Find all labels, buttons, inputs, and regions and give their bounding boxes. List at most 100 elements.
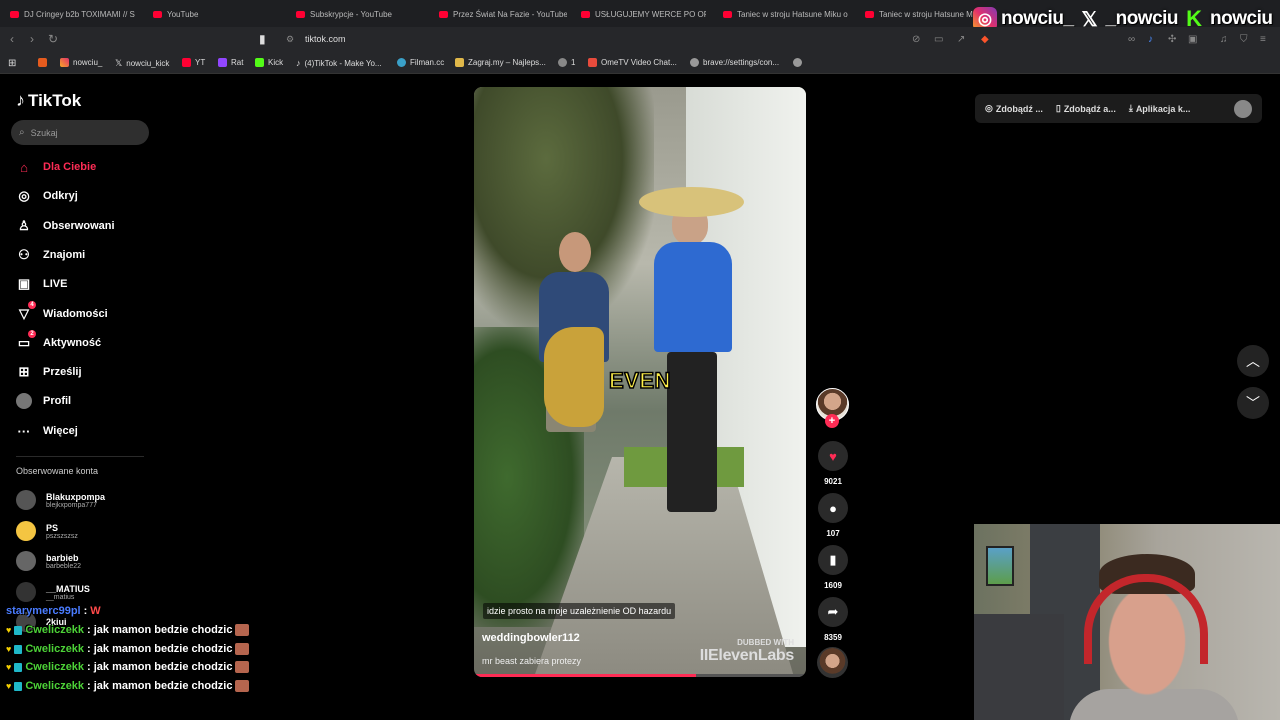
globe-icon bbox=[690, 58, 699, 67]
follow-plus-icon[interactable]: + bbox=[825, 414, 839, 428]
user-avatar[interactable] bbox=[1234, 99, 1252, 118]
heart-icon: ♥ bbox=[818, 441, 848, 471]
brave-shield-icon[interactable]: ◆ bbox=[981, 34, 989, 45]
video-caption: EVEN bbox=[608, 367, 671, 394]
sidebar-item-more[interactable]: ··· Więcej bbox=[16, 421, 78, 441]
bookmark-item[interactable]: ♪ (4)TikTok - Make Yo... bbox=[296, 58, 382, 68]
avatar bbox=[16, 490, 36, 510]
next-video-button[interactable]: ﹀ bbox=[1237, 387, 1269, 419]
share-button[interactable]: ➦ 8359 bbox=[818, 597, 848, 642]
get-coins-button[interactable]: ◎ Zdobądź ... bbox=[985, 103, 1043, 114]
browser-tab[interactable]: DJ Cringey b2b TOXIMAMI // S bbox=[10, 6, 135, 22]
address-bar-row: ‹ › ↻ ▮ ⚙ tiktok.com ⊘ ▭ ↗ ◆ ∞ ♪ ✣ ▣ ♫ ⛉… bbox=[0, 27, 1280, 52]
sidebar-item-friends[interactable]: ⚇ Znajomi bbox=[16, 245, 85, 265]
back-icon[interactable]: ‹ bbox=[10, 32, 14, 46]
bookmark-item[interactable]: Zagraj.my – Najleps... bbox=[455, 58, 546, 67]
browser-tab[interactable]: USŁUGUJEMY WERCE PO OPE bbox=[581, 6, 706, 22]
reload-icon[interactable]: ↻ bbox=[48, 32, 58, 46]
tiktok-icon: ♪ bbox=[296, 58, 301, 68]
like-button[interactable]: ♥ 9021 bbox=[818, 441, 848, 486]
bookmark-item[interactable]: 1 bbox=[558, 58, 575, 67]
forward-icon[interactable]: › bbox=[30, 32, 34, 46]
get-app-button[interactable]: ▯ Zdobądź a... bbox=[1056, 103, 1116, 114]
site-info-icon[interactable]: ⚙ bbox=[286, 34, 294, 45]
sidebar-icon[interactable]: ▣ bbox=[1188, 34, 1197, 45]
more-icon: ··· bbox=[17, 423, 31, 439]
search-input[interactable]: ⌕ Szukaj bbox=[11, 120, 149, 145]
audio-icon[interactable]: ♪ bbox=[1148, 34, 1153, 45]
sidebar-item-for-you[interactable]: ⌂ Dla Ciebie bbox=[16, 157, 96, 177]
followed-account[interactable]: Blakuxpompa blejkxpompa777 bbox=[16, 490, 105, 510]
bookmark-item[interactable] bbox=[38, 58, 47, 67]
browser-tab[interactable]: Taniec w stroju Hatsune Miku o bbox=[723, 6, 848, 22]
browser-tab[interactable]: YouTube bbox=[153, 6, 273, 22]
browser-tab[interactable]: Przez Świat Na Fazie - YouTube bbox=[439, 6, 567, 22]
apps-icon[interactable]: ⊞ bbox=[8, 58, 16, 69]
comment-button[interactable]: ● 107 bbox=[818, 493, 848, 538]
save-button[interactable]: ▮ 1609 bbox=[818, 545, 848, 590]
video-progress[interactable] bbox=[474, 674, 806, 677]
menu-icon[interactable]: ≡ bbox=[1260, 34, 1266, 45]
bookmark-item[interactable]: Rat bbox=[218, 58, 243, 67]
chat-user: Cweliczekk bbox=[25, 624, 85, 636]
sidebar-item-explore[interactable]: ◎ Odkryj bbox=[16, 186, 78, 206]
mod-badge-icon bbox=[14, 644, 23, 654]
folder-icon bbox=[38, 58, 47, 67]
bookmark-item[interactable]: YT bbox=[182, 58, 205, 67]
share-icon[interactable]: ↗ bbox=[957, 34, 965, 45]
top-actions-bar: ◎ Zdobądź ... ▯ Zdobądź a... ⤓ Aplikacja k.… bbox=[975, 94, 1262, 123]
wallet-icon[interactable]: ⛉ bbox=[1240, 34, 1248, 45]
video-person bbox=[639, 187, 744, 517]
sidebar-item-profile[interactable]: Profil bbox=[16, 391, 71, 411]
browser-tab[interactable]: Taniec w stroju Hatsune M bbox=[865, 6, 973, 22]
twitch-icon bbox=[218, 58, 227, 67]
download-icon: ⤓ bbox=[1128, 103, 1133, 113]
youtube-icon bbox=[10, 10, 19, 18]
sidebar-item-following[interactable]: ♙ Obserwowani bbox=[16, 216, 114, 236]
home-icon: ⌂ bbox=[20, 159, 28, 175]
upload-icon: ⊞ bbox=[18, 364, 30, 379]
bookmark-icon[interactable]: ▮ bbox=[259, 32, 266, 46]
sidebar-item-live[interactable]: ▣ LIVE bbox=[16, 274, 68, 294]
video-author[interactable]: weddingbowler112 bbox=[482, 632, 580, 644]
previous-video-button[interactable]: ︿ bbox=[1237, 345, 1269, 377]
heart-badge-icon: ♥ bbox=[6, 681, 12, 691]
divider bbox=[16, 456, 144, 457]
dubbed-watermark: DUBBED WITH IIElevenLabs bbox=[699, 638, 795, 664]
sidebar-item-upload[interactable]: ⊞ Prześlij bbox=[16, 362, 82, 382]
bookmark-item[interactable]: brave://settings/con... bbox=[690, 58, 779, 67]
sidebar-item-activity[interactable]: ▭ 2 Aktywność bbox=[16, 330, 101, 353]
bookmark-item[interactable]: 𝕏nowciu_kick bbox=[115, 58, 169, 69]
desktop-app-button[interactable]: ⤓ Aplikacja k... bbox=[1129, 103, 1191, 114]
kick-icon bbox=[255, 58, 264, 67]
followed-account[interactable]: PS pszszszsz bbox=[16, 521, 78, 541]
bookmark-item[interactable]: nowciu_ bbox=[60, 58, 102, 67]
chat-text: jak mamon bedzie chodzic bbox=[93, 661, 233, 673]
save-count: 1609 bbox=[824, 581, 842, 590]
followed-account[interactable]: __MATIUS __matius bbox=[16, 582, 90, 602]
emote-icon bbox=[235, 624, 250, 636]
screen-icon[interactable]: ▭ bbox=[934, 34, 943, 45]
music-disc-icon[interactable] bbox=[817, 647, 848, 678]
sidebar-item-messages[interactable]: ▽ 4 Wiadomości bbox=[16, 301, 108, 324]
bookmark-item[interactable]: Filman.cc bbox=[397, 58, 444, 67]
extension-icon[interactable]: ⊘ bbox=[912, 34, 920, 45]
search-icon: ⌕ bbox=[19, 127, 25, 138]
video-player[interactable]: EVEN idzie prosto na moje uzależnienie O… bbox=[474, 87, 806, 677]
emote-icon bbox=[235, 661, 250, 673]
tiktok-logo[interactable]: ♪ TikTok bbox=[16, 90, 81, 111]
bookmark-item[interactable]: Kick bbox=[255, 58, 283, 67]
filman-icon bbox=[397, 58, 406, 67]
bookmark-item[interactable] bbox=[793, 58, 802, 67]
messages-icon: ▽ 4 bbox=[16, 301, 36, 322]
followed-account[interactable]: barbieb barbeble22 bbox=[16, 551, 81, 571]
puzzle-icon[interactable]: ✣ bbox=[1168, 34, 1176, 45]
comment-icon: ● bbox=[818, 493, 848, 523]
vpn-icon[interactable]: ∞ bbox=[1128, 34, 1135, 45]
url-input[interactable]: tiktok.com bbox=[305, 34, 346, 44]
music-icon[interactable]: ♫ bbox=[1220, 34, 1228, 45]
browser-tab[interactable]: Subskrypcje - YouTube bbox=[296, 6, 421, 22]
heart-badge-icon: ♥ bbox=[6, 644, 12, 654]
bookmark-item[interactable]: OmeTV Video Chat... bbox=[588, 58, 677, 67]
bookmarks-bar: ⊞ nowciu_ 𝕏nowciu_kick YT Rat Kick ♪ (4)T… bbox=[0, 52, 1280, 74]
